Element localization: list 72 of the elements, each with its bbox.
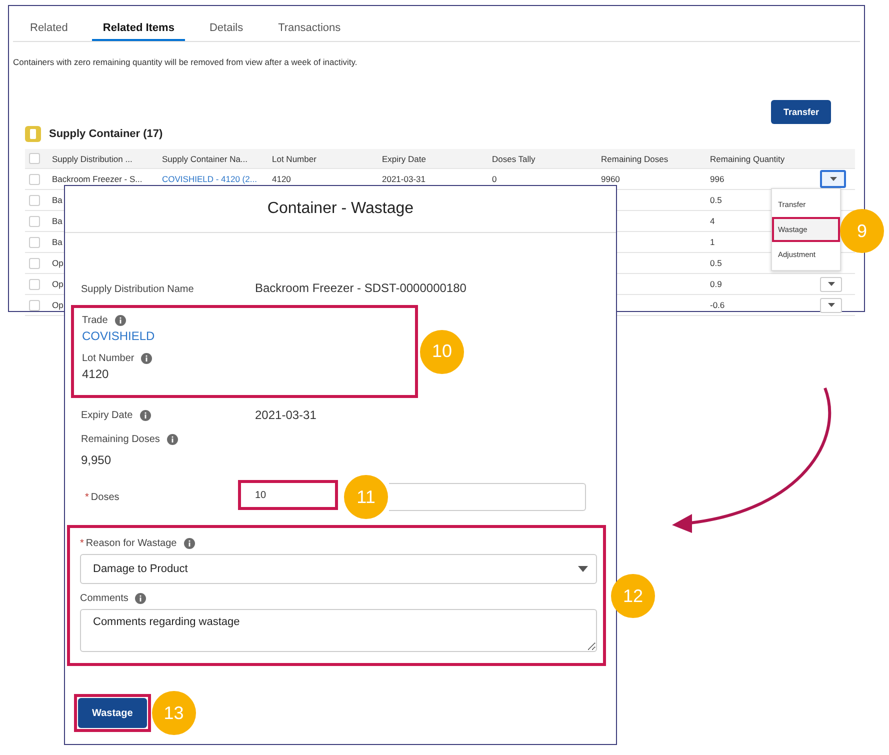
table-cell: 0.5 xyxy=(710,195,722,205)
callout-badge: 11 xyxy=(344,475,388,519)
table-cell: 4120 xyxy=(272,174,291,184)
tab[interactable]: Transactions xyxy=(267,6,352,41)
checkbox[interactable] xyxy=(29,300,40,310)
field-label: Remaining Doses xyxy=(81,434,160,445)
table-cell: 2021-03-31 xyxy=(382,174,426,184)
field-label: Expiry Date xyxy=(81,410,133,420)
table-cell: 0.5 xyxy=(710,258,722,268)
table-cell: Ba xyxy=(52,237,62,247)
table-cell: Backroom Freezer - S... xyxy=(52,174,142,184)
table-cell: Op xyxy=(52,258,64,268)
caret-icon xyxy=(828,303,834,307)
doses-field[interactable]: 10 xyxy=(238,480,338,510)
column-header: Doses Tally xyxy=(492,154,536,164)
table-link[interactable]: COVISHIELD - 4120 (2... xyxy=(162,174,257,184)
table-cell: 996 xyxy=(710,174,724,184)
field-value: Backroom Freezer - SDST-0000000180 xyxy=(255,281,468,295)
row-action-button[interactable] xyxy=(820,298,842,312)
table-cell: 4 xyxy=(710,216,715,226)
container-icon xyxy=(25,126,41,142)
table-cell: Op xyxy=(52,279,64,289)
callout-badge: 13 xyxy=(152,691,196,735)
callout-badge: 12 xyxy=(611,574,655,618)
tab[interactable]: Related Items xyxy=(92,6,186,41)
field-label: Lot Number xyxy=(82,353,134,364)
caret-icon xyxy=(830,177,836,181)
field-label: Trade xyxy=(82,315,108,326)
tab[interactable]: Related xyxy=(19,6,79,41)
row-action-button[interactable] xyxy=(820,276,842,292)
trade-link[interactable]: COVISHIELD xyxy=(82,329,407,343)
field-label: Supply Distribution Name xyxy=(81,284,195,295)
table-cell: 1 xyxy=(710,237,715,247)
table-cell: 0.9 xyxy=(710,279,722,289)
row-action-button[interactable] xyxy=(820,170,846,188)
field-value: 9,950 xyxy=(81,453,112,467)
column-header: Remaining Doses xyxy=(601,154,668,164)
reason-select[interactable]: Damage to Product xyxy=(80,554,597,584)
column-header: Remaining Quantity xyxy=(710,154,785,164)
column-header: Lot Number xyxy=(272,154,316,164)
field-label: * Doses xyxy=(85,492,120,502)
checkbox[interactable] xyxy=(29,174,40,184)
wastage-button[interactable]: Wastage xyxy=(78,698,147,728)
comments-field[interactable]: Comments regarding wastage xyxy=(80,609,597,652)
checkbox[interactable] xyxy=(29,216,40,226)
field-label: * Reason for Wastage xyxy=(80,538,177,549)
table-cell: Ba xyxy=(52,195,62,205)
column-header: Supply Container Na... xyxy=(162,154,248,164)
field-label: Comments xyxy=(80,593,128,604)
checkbox[interactable] xyxy=(29,278,40,290)
caret-icon xyxy=(578,566,588,572)
table-cell: -0.6 xyxy=(710,300,725,310)
dialog-title: Container - Wastage xyxy=(267,200,414,218)
column-header: Expiry Date xyxy=(382,154,426,164)
callout-badge: 10 xyxy=(420,330,464,374)
table-cell: 0 xyxy=(492,174,497,184)
column-header: Supply Distribution ... xyxy=(52,154,132,164)
field-value: 4120 xyxy=(82,367,110,381)
checkbox[interactable] xyxy=(29,258,40,268)
transfer-button[interactable]: Transfer xyxy=(771,100,831,124)
callout-badge: 9 xyxy=(840,209,884,253)
notice-text: Containers with zero remaining quantity will be removed from view after a week of inactivity. xyxy=(13,57,358,69)
table-cell: Op xyxy=(52,300,64,310)
caret-icon xyxy=(828,282,834,286)
tab[interactable]: Details xyxy=(198,6,254,41)
checkbox[interactable] xyxy=(29,194,40,206)
field-value: 2021-03-31 xyxy=(255,408,318,422)
checkbox[interactable] xyxy=(29,236,40,248)
list-title: Supply Container (17) xyxy=(49,128,163,140)
table-cell: 9960 xyxy=(601,174,620,184)
checkbox[interactable] xyxy=(29,153,40,164)
table-cell: Ba xyxy=(52,216,62,226)
